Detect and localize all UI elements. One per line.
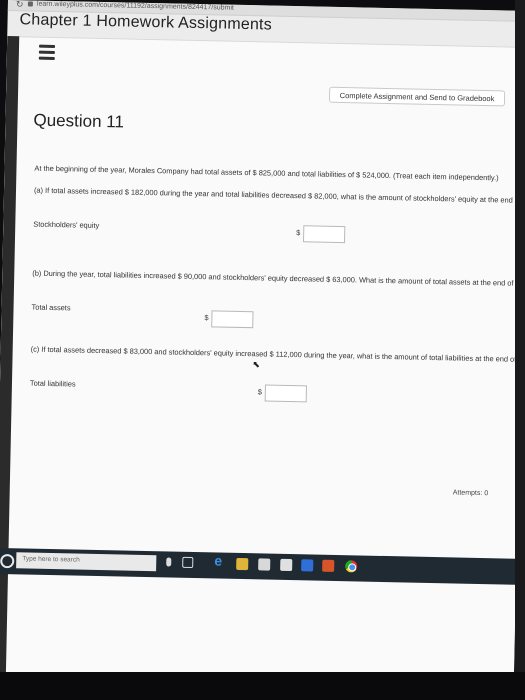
url-text[interactable]: learn.wileyplus.com/courses/11192/assign… (37, 1, 234, 12)
part-b-label: Total assets (31, 302, 71, 313)
monitor-bezel-bottom (0, 672, 525, 700)
attempts-label: Attempts: 0 (452, 489, 489, 498)
reload-icon[interactable]: ↻ (16, 0, 24, 10)
mic-icon[interactable] (166, 557, 172, 567)
photo-scene: ↻ learn.wileyplus.com/courses/11192/assi… (0, 0, 525, 700)
chrome-icon[interactable] (345, 560, 358, 573)
total-assets-input[interactable] (211, 310, 254, 329)
dropbox-icon[interactable] (301, 559, 314, 572)
file-explorer-icon[interactable] (236, 557, 249, 571)
mail-icon[interactable] (280, 558, 293, 572)
store-icon[interactable] (258, 558, 271, 571)
part-c-label: Total liabilities (29, 378, 76, 389)
stockholders-equity-input[interactable] (302, 225, 346, 244)
edge-icon[interactable]: e (214, 552, 226, 568)
part-b-currency: $ (204, 313, 209, 323)
taskbar-search-input[interactable]: Type here to search (16, 552, 157, 572)
mouse-cursor-icon: ⬉ (252, 359, 261, 370)
browser-screen: ↻ learn.wileyplus.com/courses/11192/assi… (0, 0, 525, 700)
part-a-currency: $ (296, 228, 301, 238)
lock-icon (27, 1, 33, 7)
part-a-label: Stockholders' equity (33, 219, 100, 230)
search-placeholder: Type here to search (22, 555, 80, 564)
monitor-bezel-right (515, 0, 525, 700)
start-icon[interactable] (0, 553, 15, 569)
office-icon[interactable] (322, 559, 335, 572)
task-view-icon[interactable] (182, 556, 194, 569)
question-title: Question 11 (33, 110, 125, 132)
part-c-currency: $ (257, 387, 263, 397)
menu-icon[interactable] (38, 44, 56, 60)
complete-assignment-button[interactable]: Complete Assignment and Send to Gradeboo… (328, 86, 506, 107)
total-liabilities-input[interactable] (264, 384, 307, 403)
